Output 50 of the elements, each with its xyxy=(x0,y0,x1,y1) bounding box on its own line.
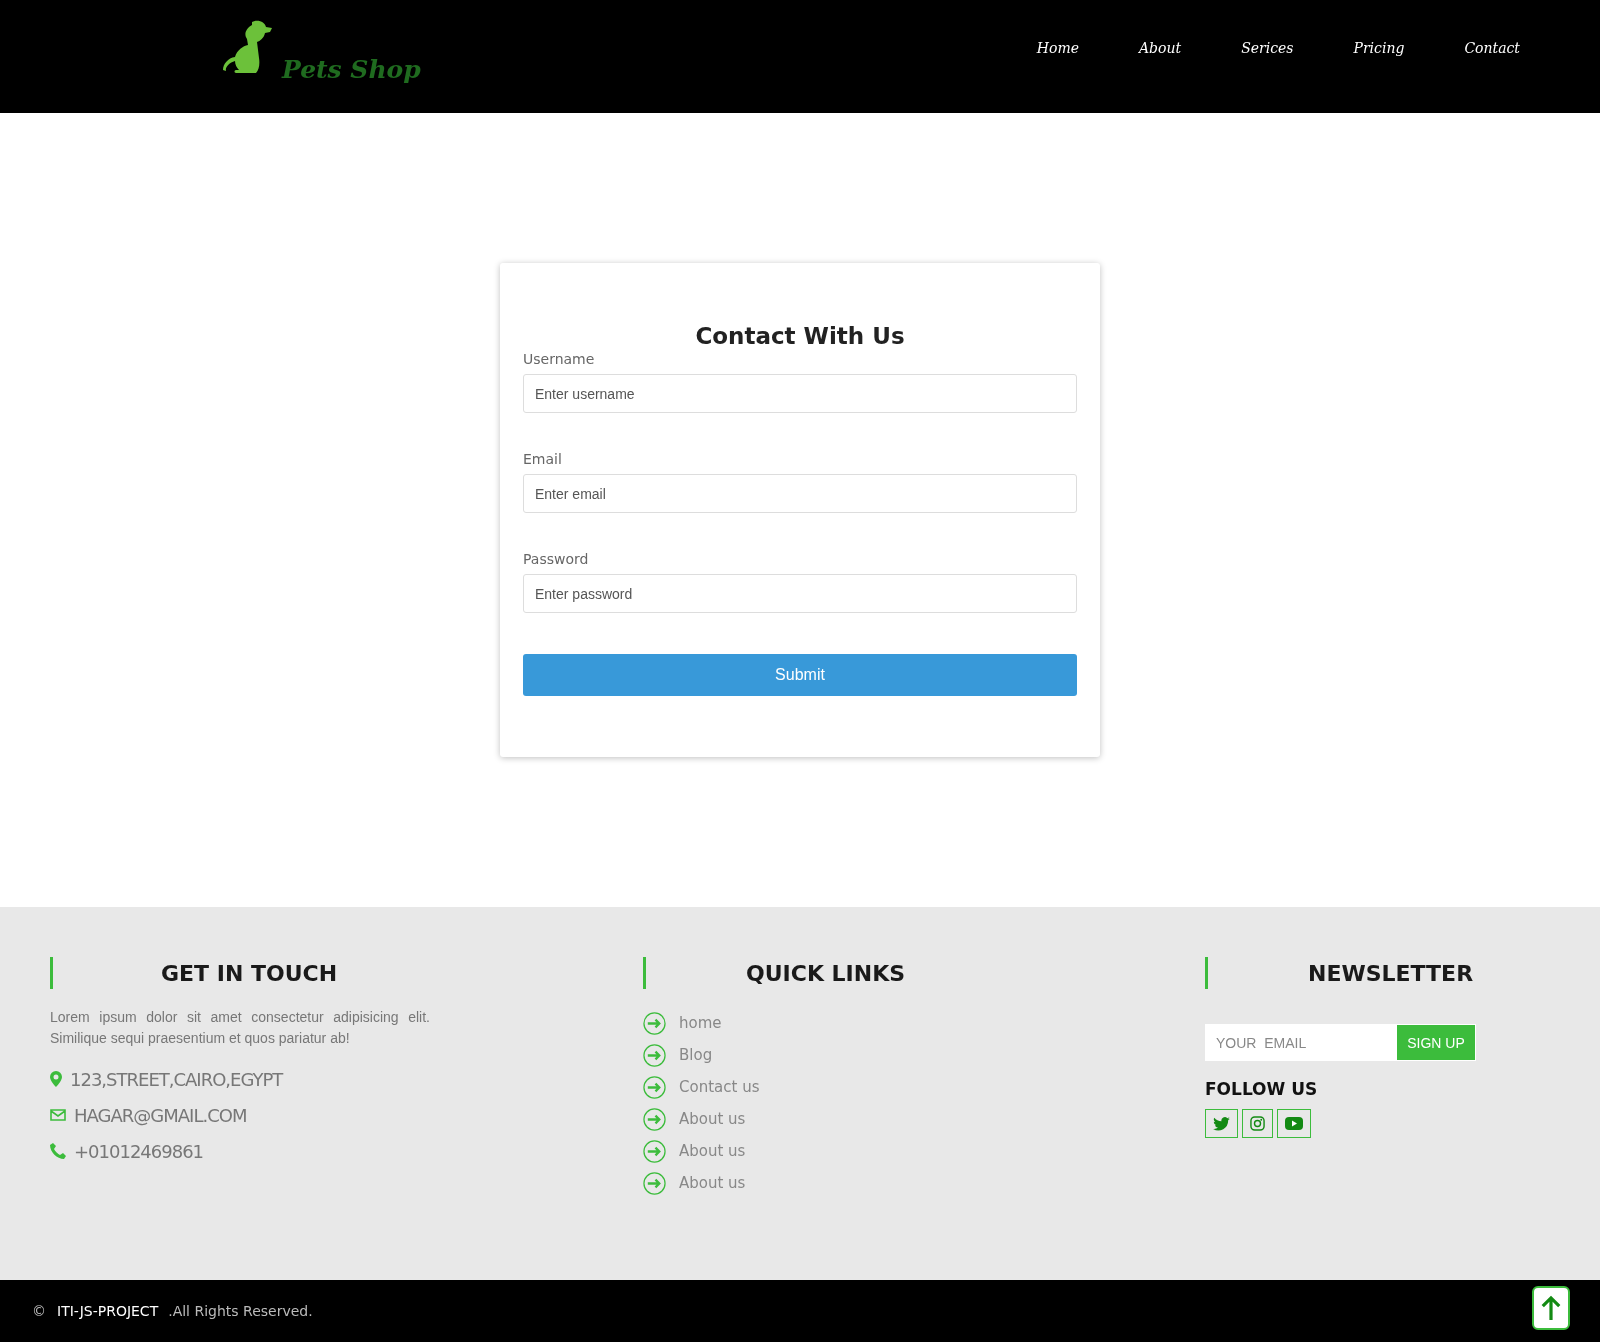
rights-text: .All Rights Reserved. xyxy=(168,1303,313,1319)
field-label: Email xyxy=(523,451,563,467)
nav-link[interactable]: Serices xyxy=(1241,40,1294,56)
play-button[interactable] xyxy=(1277,1109,1311,1138)
envelope-icon xyxy=(50,1109,66,1121)
input-field[interactable]: Enter email xyxy=(523,474,1077,513)
quick-link[interactable]: About us xyxy=(679,1142,746,1160)
arrow-up-icon xyxy=(1540,1294,1562,1322)
input-field[interactable]: Enter username xyxy=(523,374,1077,413)
section-heading: NEWSLETTER xyxy=(1308,960,1474,986)
submit-button[interactable]: Submit xyxy=(523,654,1077,696)
section-heading: GET IN TOUCH xyxy=(161,960,338,986)
follow-heading: FOLLOW US xyxy=(1205,1079,1319,1099)
contact-text: +01012469861 xyxy=(74,1140,204,1162)
scroll-top-button[interactable] xyxy=(1532,1286,1570,1330)
form-title: Contact With Us xyxy=(694,323,906,349)
input-field[interactable]: Enter password xyxy=(523,574,1077,613)
phone-icon xyxy=(50,1143,66,1159)
quick-link[interactable]: About us xyxy=(679,1174,746,1192)
quick-link[interactable]: home xyxy=(679,1014,722,1032)
arrow-circle-icon xyxy=(643,1107,666,1131)
email-field[interactable]: YOUR EMAIL xyxy=(1205,1024,1396,1061)
section-heading: QUICK LINKS xyxy=(746,960,906,986)
arrow-circle-icon xyxy=(643,1011,666,1035)
field-label: Password xyxy=(523,551,590,567)
arrow-circle-icon xyxy=(643,1171,666,1195)
arrow-circle-icon xyxy=(643,1043,666,1067)
bird-icon xyxy=(1213,1116,1230,1131)
nav-link[interactable]: Home xyxy=(1036,40,1079,56)
quick-link[interactable]: Contact us xyxy=(679,1078,760,1096)
about-text: Lorem ipsum dolor sit amet consectetur adipisicing elit. Similique sequi praesentium et quos pariatur ab! xyxy=(50,1008,430,1048)
contact-text: HAGAR@GMAIL.COM xyxy=(74,1104,247,1126)
quick-link[interactable]: About us xyxy=(679,1110,746,1128)
play-icon xyxy=(1285,1117,1303,1130)
location-pin-icon xyxy=(50,1071,62,1087)
nav-link[interactable]: Contact xyxy=(1464,40,1520,56)
arrow-circle-icon xyxy=(643,1139,666,1163)
arrow-circle-icon xyxy=(643,1075,666,1099)
camera-icon xyxy=(1250,1116,1265,1131)
sign-up-button[interactable]: SIGN UP xyxy=(1396,1024,1476,1061)
camera-button[interactable] xyxy=(1242,1109,1273,1138)
logo-text[interactable]: Pets Shop xyxy=(282,55,421,84)
nav-link[interactable]: Pricing xyxy=(1353,40,1405,56)
bird-button[interactable] xyxy=(1205,1109,1238,1138)
project-name: ITI-JS-PROJECT xyxy=(57,1303,159,1319)
field-label: Username xyxy=(523,351,596,367)
nav-link[interactable]: About xyxy=(1139,40,1182,56)
contact-text: 123,STREET,CAIRO,EGYPT xyxy=(70,1068,283,1090)
quick-link[interactable]: Blog xyxy=(679,1046,713,1064)
copyright-symbol: © xyxy=(32,1303,46,1319)
